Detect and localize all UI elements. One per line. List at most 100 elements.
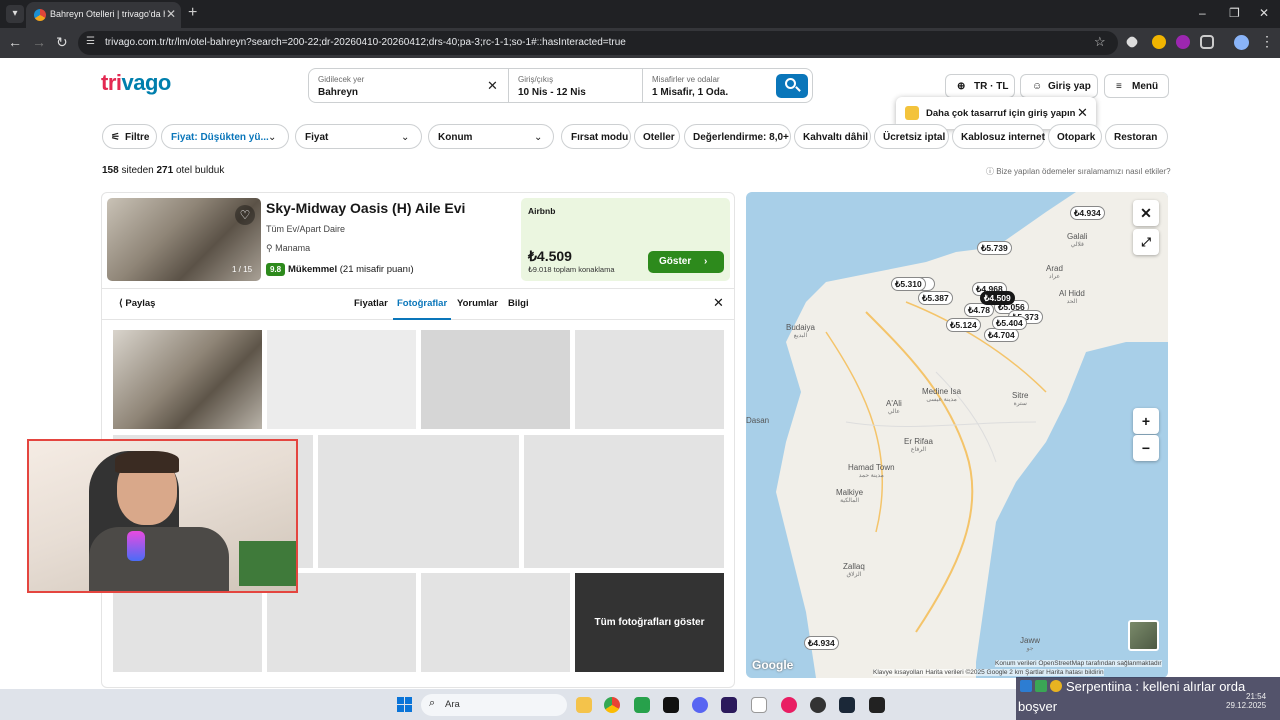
back-icon[interactable]: ← (8, 34, 22, 50)
obs-icon[interactable] (810, 697, 826, 713)
browser-tab[interactable]: Bahreyn Otelleri | trivago'da hemen ✕ (26, 2, 181, 28)
chip-restaurant[interactable]: Restoran (1105, 124, 1168, 149)
app-icon[interactable] (751, 697, 767, 713)
media-player-icon[interactable] (781, 697, 797, 713)
hotel-photo[interactable] (267, 330, 416, 429)
search-button[interactable] (776, 74, 808, 98)
tab-close-icon[interactable]: ✕ (166, 7, 176, 21)
zoom-in-button[interactable]: + (1133, 408, 1159, 434)
close-map-icon[interactable]: ✕ (1133, 200, 1159, 226)
site-info-icon[interactable]: ☰ (86, 36, 95, 47)
chip-parking[interactable]: Otopark (1048, 124, 1102, 149)
reload-icon[interactable]: ↻ (56, 34, 68, 51)
close-window-icon[interactable]: ✕ (1259, 6, 1269, 20)
chip-hotels[interactable]: Oteller (634, 124, 680, 149)
sort-dropdown[interactable]: Fiyat: Düşükten yü... ⌄ (161, 124, 289, 149)
map-price-pin[interactable]: ₺4.78 (964, 303, 994, 317)
steam-icon[interactable] (839, 697, 855, 713)
extensions-puzzle-icon[interactable] (1200, 35, 1214, 49)
map-price-pin[interactable]: ₺5.404 (992, 316, 1027, 330)
file-explorer-icon[interactable] (576, 697, 592, 713)
hotel-photo[interactable] (318, 435, 519, 568)
start-icon[interactable] (397, 697, 412, 712)
hotel-photo[interactable] (524, 435, 724, 568)
bookmark-star-icon[interactable]: ☆ (1094, 34, 1106, 50)
hotel-name[interactable]: Sky-Midway Oasis (H) Aile Evi (266, 200, 465, 216)
chrome-icon[interactable] (604, 697, 620, 713)
extension-icon[interactable] (1152, 35, 1166, 49)
map-price-pin[interactable]: ₺5.387 (918, 291, 953, 305)
price-dropdown[interactable]: Fiyat ⌄ (295, 124, 422, 149)
share-button[interactable]: ⟨ Paylaş (119, 298, 155, 309)
discord-icon[interactable] (692, 697, 708, 713)
menu-button[interactable]: ≡ Menü (1104, 74, 1169, 98)
show-deal-button[interactable]: Göster › (648, 251, 724, 273)
hotel-location: ⚲ Manama (266, 243, 311, 253)
locale-button[interactable]: ⊕ TR · TL (945, 74, 1015, 98)
map-attribution[interactable]: Klavye kısayolları Harita verileri ©2025… (873, 669, 1104, 676)
map-price-pin[interactable]: ₺4.934 (1070, 206, 1105, 220)
heart-icon[interactable]: ♡ (235, 205, 255, 225)
hotel-photo[interactable] (575, 330, 724, 429)
chip-rating[interactable]: Değerlendirme: 8,0+ (684, 124, 791, 149)
close-details-icon[interactable]: ✕ (713, 295, 724, 311)
address-bar[interactable]: ☰ trivago.com.tr/tr/lm/otel-bahreyn?sear… (78, 31, 1118, 55)
tradingview-icon[interactable] (663, 697, 679, 713)
extension-icon[interactable] (1176, 35, 1190, 49)
map-price-pin[interactable]: ₺5.124 (946, 318, 981, 332)
minimize-icon[interactable]: – (1199, 6, 1206, 20)
satellite-toggle[interactable] (1128, 620, 1159, 651)
tab-search-icon[interactable]: ▾ (6, 5, 24, 23)
filter-button[interactable]: ⚟ Filtre (102, 124, 157, 149)
tab-reviews[interactable]: Yorumlar (457, 298, 498, 309)
epic-games-icon[interactable] (869, 697, 885, 713)
chat-message: Serpentiina : kelleni alırlar orda (1066, 679, 1246, 694)
result-count: 158 siteden 271 otel bulduk (102, 165, 225, 176)
taskbar-search[interactable]: ⌕ Ara (421, 694, 567, 716)
hotel-thumbnail[interactable]: ♡ 1 / 15 (107, 198, 261, 281)
close-tooltip-icon[interactable]: ✕ (1077, 105, 1088, 121)
browser-menu-icon[interactable]: ⋮ (1260, 33, 1274, 50)
best-deal-box[interactable]: Airbnb ₺4.509 ₺9.018 toplam konaklama Gö… (521, 198, 730, 281)
tab-info[interactable]: Bilgi (508, 298, 529, 309)
rating-badge: 9.8 (266, 263, 285, 276)
maximize-icon[interactable]: ❐ (1229, 6, 1240, 20)
chip-wifi[interactable]: Kablosuz internet (952, 124, 1045, 149)
chip-deal-mode[interactable]: Fırsat modu (561, 124, 631, 149)
google-logo: Google (752, 658, 794, 672)
payment-disclaimer-link[interactable]: ⓘ Bize yapılan ödemeler sıralamamızı nas… (986, 166, 1171, 177)
login-button[interactable]: ☺ Giriş yap (1020, 74, 1098, 98)
tab-title: Bahreyn Otelleri | trivago'da hemen (50, 9, 165, 19)
premiere-icon[interactable] (721, 697, 737, 713)
osm-attribution[interactable]: Konum verileri OpenStreetMap tarafından … (995, 660, 1162, 667)
map-price-pin[interactable]: ₺5.310 (891, 277, 926, 291)
selected-price-pin[interactable]: ₺4.509 (980, 291, 1015, 305)
clear-destination-icon[interactable]: ✕ (487, 78, 498, 94)
new-tab-icon[interactable]: + (188, 4, 197, 22)
show-all-photos-button[interactable]: Tüm fotoğrafları göster (575, 573, 724, 672)
hotel-photo[interactable] (421, 330, 570, 429)
map-price-pin[interactable]: ₺4.934 (804, 636, 839, 650)
hotel-photo[interactable] (113, 330, 262, 429)
dates-field[interactable]: Giriş/çıkış 10 Nis - 12 Nis (509, 69, 643, 102)
map-price-pin[interactable]: ₺5.739 (977, 241, 1012, 255)
destination-field[interactable]: Gidilecek yer Bahreyn ✕ (309, 69, 509, 102)
forward-icon[interactable]: → (32, 34, 46, 50)
profile-avatar[interactable] (1234, 35, 1249, 50)
zoom-out-button[interactable]: − (1133, 435, 1159, 461)
hotel-rating[interactable]: 9.8 Mükemmel (21 misafir puanı) (266, 263, 414, 276)
chip-free-cancellation[interactable]: Ücretsiz iptal (874, 124, 949, 149)
fullscreen-icon[interactable]: ⤢ (1133, 229, 1159, 255)
taskbar-clock[interactable]: 21:54 29.12.2025 (1226, 692, 1266, 710)
tab-prices[interactable]: Fiyatlar (354, 298, 388, 309)
chip-breakfast[interactable]: Kahvaltı dâhil (794, 124, 871, 149)
sheets-icon[interactable] (634, 697, 650, 713)
map-view[interactable]: Budaiya البديع Galali قلالي Arad عراد Al Hi… (746, 192, 1168, 678)
location-dropdown[interactable]: Konum ⌄ (428, 124, 554, 149)
user-icon: ☺ (1032, 81, 1043, 92)
trivago-logo[interactable]: trivago (101, 70, 171, 96)
map-price-pin[interactable]: ₺4.704 (984, 328, 1019, 342)
guests-field[interactable]: Misafirler ve odalar 1 Misafir, 1 Oda. (643, 69, 773, 102)
tab-photos[interactable]: Fotoğraflar (397, 298, 447, 309)
hotel-photo[interactable] (421, 573, 570, 672)
